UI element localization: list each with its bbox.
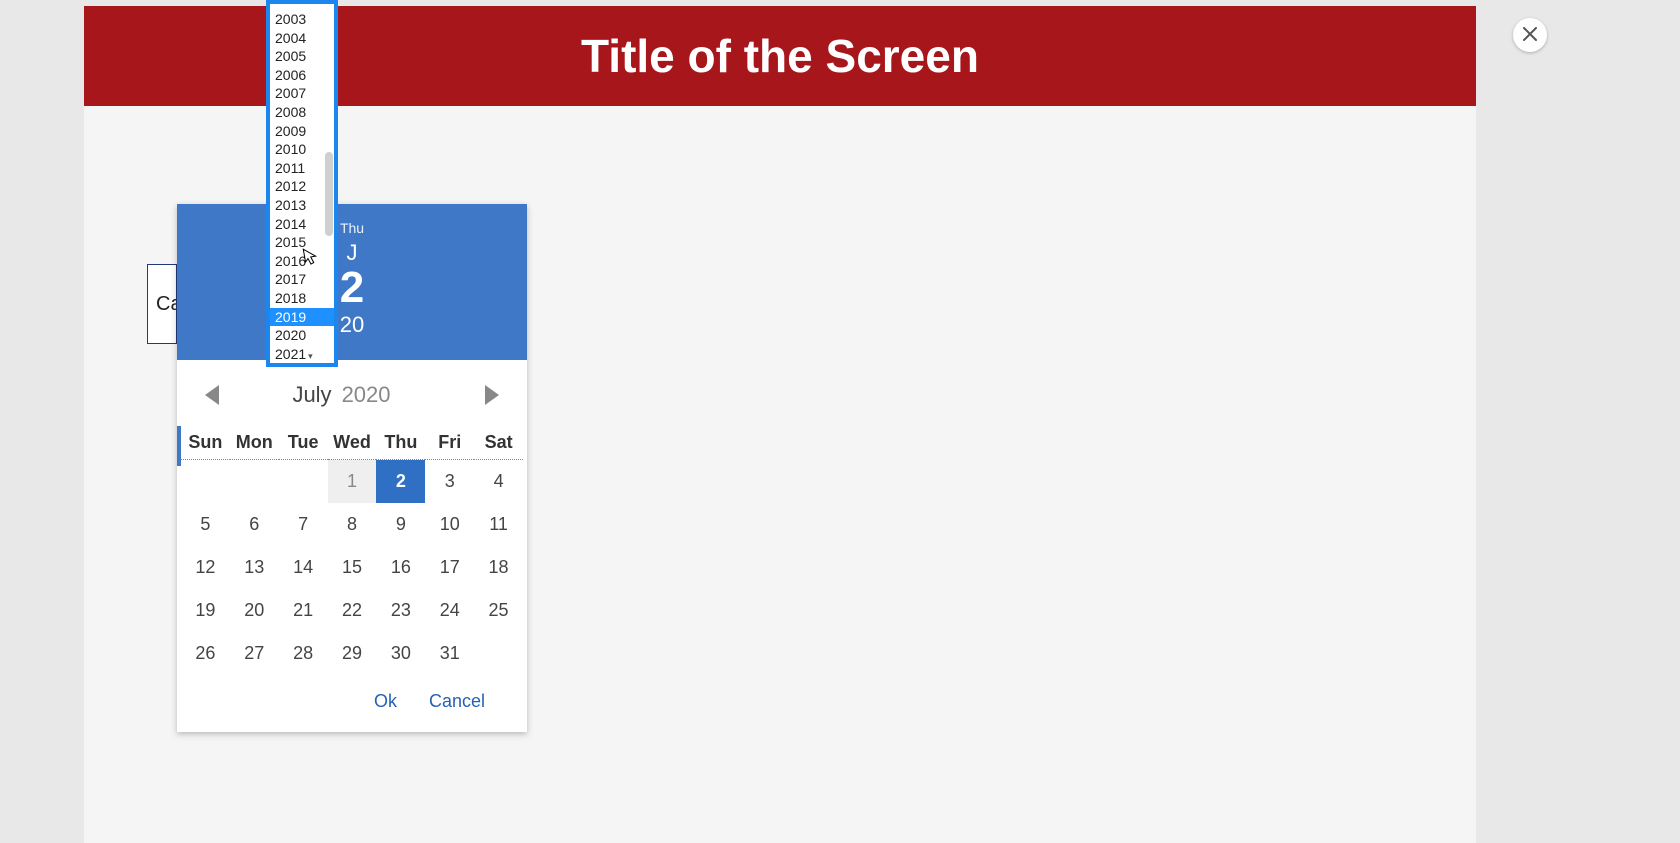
close-icon (1523, 25, 1537, 46)
calendar-day[interactable]: 20 (230, 589, 279, 632)
calendar-day[interactable]: 6 (230, 503, 279, 546)
year-option[interactable]: 2017 (270, 270, 334, 289)
nav-month-label[interactable]: July (292, 382, 331, 408)
ok-button[interactable]: Ok (374, 691, 397, 712)
calendar-input-label-partial: Ca (156, 293, 177, 316)
weekday-header: Mon (230, 426, 279, 460)
year-option[interactable]: 2003 (270, 10, 334, 29)
year-option[interactable]: 2020 (270, 326, 334, 345)
weekday-header: Sat (474, 426, 523, 460)
datepicker-weekday-row: SunMonTueWedThuFriSat (177, 426, 527, 460)
calendar-day[interactable]: 16 (376, 546, 425, 589)
weekday-header: Sun (181, 426, 230, 460)
calendar-day[interactable]: 25 (474, 589, 523, 632)
datepicker-weekday: Thu (177, 220, 527, 236)
datepicker-day-big: 2 (177, 266, 527, 310)
calendar-day[interactable]: 18 (474, 546, 523, 589)
datepicker-nav: July 2020 (177, 360, 527, 426)
nav-year-select[interactable]: 2020 (342, 382, 412, 408)
calendar-day[interactable]: 22 (328, 589, 377, 632)
calendar-day[interactable]: 7 (279, 503, 328, 546)
calendar-day[interactable]: 15 (328, 546, 377, 589)
year-dropdown-scrollbar[interactable] (325, 152, 333, 236)
calendar-day[interactable]: 19 (181, 589, 230, 632)
weekday-header: Thu (376, 426, 425, 460)
calendar-day[interactable]: 30 (376, 632, 425, 675)
calendar-day[interactable]: 21 (279, 589, 328, 632)
calendar-day-empty (279, 460, 328, 503)
year-option[interactable]: 2018 (270, 289, 334, 308)
prev-month-button[interactable] (205, 385, 219, 405)
year-option[interactable]: 2016 (270, 252, 334, 271)
calendar-day[interactable]: 31 (425, 632, 474, 675)
weekday-header: Wed (328, 426, 377, 460)
year-option[interactable]: 2008 (270, 103, 334, 122)
calendar-day[interactable]: 24 (425, 589, 474, 632)
calendar-day-empty (181, 460, 230, 503)
calendar-input-fragment[interactable]: Ca (147, 264, 177, 344)
calendar-side-marker (177, 426, 181, 466)
calendar-day[interactable]: 11 (474, 503, 523, 546)
calendar-day-empty (474, 632, 523, 675)
calendar-day[interactable]: 17 (425, 546, 474, 589)
datepicker-header: Thu J 2 20 (177, 204, 527, 360)
cancel-button[interactable]: Cancel (429, 691, 485, 712)
datepicker-day-grid: 1234567891011121314151617181920212223242… (177, 460, 527, 675)
calendar-day[interactable]: 23 (376, 589, 425, 632)
calendar-day[interactable]: 28 (279, 632, 328, 675)
calendar-day[interactable]: 14 (279, 546, 328, 589)
year-option[interactable]: 2019 (270, 308, 334, 327)
calendar-day[interactable]: 2 (376, 460, 425, 503)
close-button[interactable] (1513, 18, 1547, 52)
year-option[interactable]: 2021▾ (270, 345, 334, 364)
weekday-header: Fri (425, 426, 474, 460)
datepicker-year-partial: 20 (177, 312, 527, 338)
calendar-day[interactable]: 26 (181, 632, 230, 675)
calendar-day[interactable]: 29 (328, 632, 377, 675)
next-month-button[interactable] (485, 385, 499, 405)
datepicker-nav-label: July 2020 (292, 382, 411, 408)
calendar-day[interactable]: 27 (230, 632, 279, 675)
year-dropdown[interactable]: 2003200420052006200720082009201020112012… (266, 0, 338, 367)
year-option[interactable]: 2005 (270, 47, 334, 66)
calendar-day[interactable]: 8 (328, 503, 377, 546)
page-title: Title of the Screen (581, 29, 979, 83)
year-option[interactable]: 2004 (270, 29, 334, 48)
chevron-down-icon: ▾ (306, 351, 313, 361)
calendar-day[interactable]: 9 (376, 503, 425, 546)
calendar-day[interactable]: 4 (474, 460, 523, 503)
calendar-day[interactable]: 5 (181, 503, 230, 546)
year-option[interactable]: 2006 (270, 66, 334, 85)
calendar-day[interactable]: 1 (328, 460, 377, 503)
datepicker-popup: Thu J 2 20 July 2020 SunMonTueWedThuFriS… (177, 204, 527, 732)
calendar-day-empty (230, 460, 279, 503)
calendar-day[interactable]: 12 (181, 546, 230, 589)
calendar-day[interactable]: 3 (425, 460, 474, 503)
calendar-day[interactable]: 13 (230, 546, 279, 589)
datepicker-actions: Ok Cancel (177, 675, 527, 732)
calendar-day[interactable]: 10 (425, 503, 474, 546)
year-option[interactable]: 2009 (270, 122, 334, 141)
year-option[interactable]: 2007 (270, 84, 334, 103)
weekday-header: Tue (279, 426, 328, 460)
